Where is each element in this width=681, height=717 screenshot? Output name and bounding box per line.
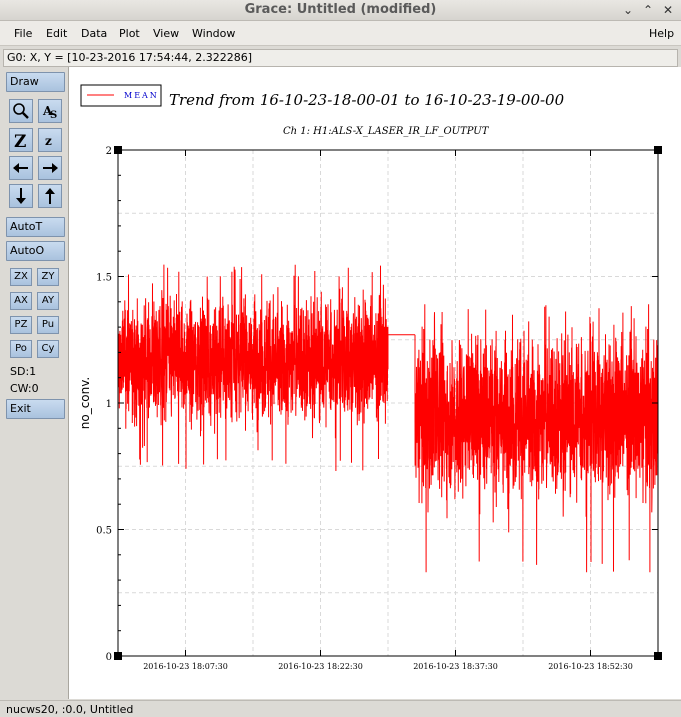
x-tick-label: 2016-10-23 18:22:30 <box>278 662 363 671</box>
zoom-out-icon[interactable]: z <box>38 128 62 152</box>
tool-panel: Draw AS Z z AutoT AutoO ZX ZY AX AY PZ P… <box>0 67 68 699</box>
zoom-icon[interactable] <box>9 99 33 123</box>
y-tick-label: 1.5 <box>96 273 112 284</box>
chart-svg: 0 0.5 1 1.5 2 2016-10-23 18:07:30 2016-10-23 … <box>78 84 662 671</box>
window-titlebar: Grace: Untitled (modified) ⌄ ⌃ ✕ <box>0 0 681 21</box>
legend[interactable]: MEAN <box>80 84 162 107</box>
y-tick-label: 0 <box>106 652 112 663</box>
coordinate-text: G0: X, Y = [10-23-2016 17:54:44, 2.32228… <box>7 51 253 64</box>
menu-view[interactable]: View <box>153 27 179 40</box>
menu-data[interactable]: Data <box>81 27 107 40</box>
plot-canvas[interactable]: 0 0.5 1 1.5 2 2016-10-23 18:07:30 2016-10-23 … <box>68 67 681 699</box>
cw-status: CW:0 <box>10 382 39 395</box>
cy-button[interactable]: Cy <box>37 340 59 358</box>
chart-subtitle: Ch 1: H1:ALS-X_LASER_IR_LF_OUTPUT <box>283 126 490 137</box>
menu-plot[interactable]: Plot <box>119 27 140 40</box>
window-title: Grace: Untitled (modified) <box>244 2 437 17</box>
autoscale-set-icon[interactable]: AS <box>38 99 62 123</box>
zx-button[interactable]: ZX <box>10 268 32 286</box>
y-tick-label: 0.5 <box>96 526 112 537</box>
autoo-button[interactable]: AutoO <box>6 241 65 261</box>
x-tick-label: 2016-10-23 18:07:30 <box>143 662 228 671</box>
close-icon[interactable]: ✕ <box>660 2 676 18</box>
statusbar: nucws20, :0.0, Untitled <box>0 700 681 717</box>
arrow-down-icon[interactable] <box>9 184 33 208</box>
menu-edit[interactable]: Edit <box>46 27 67 40</box>
y-tick-label: 2 <box>106 146 112 157</box>
arrow-up-icon[interactable] <box>38 184 62 208</box>
arrow-right-icon[interactable] <box>38 156 62 180</box>
pu-button[interactable]: Pu <box>37 316 59 334</box>
zoom-in-icon[interactable]: Z <box>9 128 33 152</box>
series-segment-2 <box>414 304 659 573</box>
zy-button[interactable]: ZY <box>37 268 59 286</box>
status-text: nucws20, :0.0, Untitled <box>6 703 134 716</box>
sd-status: SD:1 <box>10 365 37 378</box>
svg-text:S: S <box>50 110 57 121</box>
menubar: File Edit Data Plot View Window Help <box>0 21 681 46</box>
exit-button[interactable]: Exit <box>6 399 65 419</box>
x-tick-label: 2016-10-23 18:52:30 <box>548 662 633 671</box>
menu-help[interactable]: Help <box>649 27 674 40</box>
maximize-icon[interactable]: ⌃ <box>640 2 656 18</box>
pz-button[interactable]: PZ <box>10 316 32 334</box>
menu-file[interactable]: File <box>14 27 32 40</box>
svg-text:Z: Z <box>14 132 26 151</box>
autot-button[interactable]: AutoT <box>6 217 65 237</box>
po-button[interactable]: Po <box>10 340 32 358</box>
arrow-left-icon[interactable] <box>9 156 33 180</box>
ay-button[interactable]: AY <box>37 292 59 310</box>
y-tick-label: 1 <box>106 399 112 410</box>
coordinate-readout: G0: X, Y = [10-23-2016 17:54:44, 2.32228… <box>3 49 678 67</box>
x-tick-label: 2016-10-23 18:37:30 <box>413 662 498 671</box>
menu-window[interactable]: Window <box>192 27 235 40</box>
ax-button[interactable]: AX <box>10 292 32 310</box>
chart-title: Trend from 16-10-23-18-00-01 to 16-10-23… <box>169 91 565 109</box>
draw-button[interactable]: Draw <box>6 72 65 92</box>
minimize-icon[interactable]: ⌄ <box>620 2 636 18</box>
y-axis-label: no_conv. <box>78 377 92 429</box>
legend-label: MEAN <box>124 91 159 100</box>
svg-text:z: z <box>45 134 52 148</box>
